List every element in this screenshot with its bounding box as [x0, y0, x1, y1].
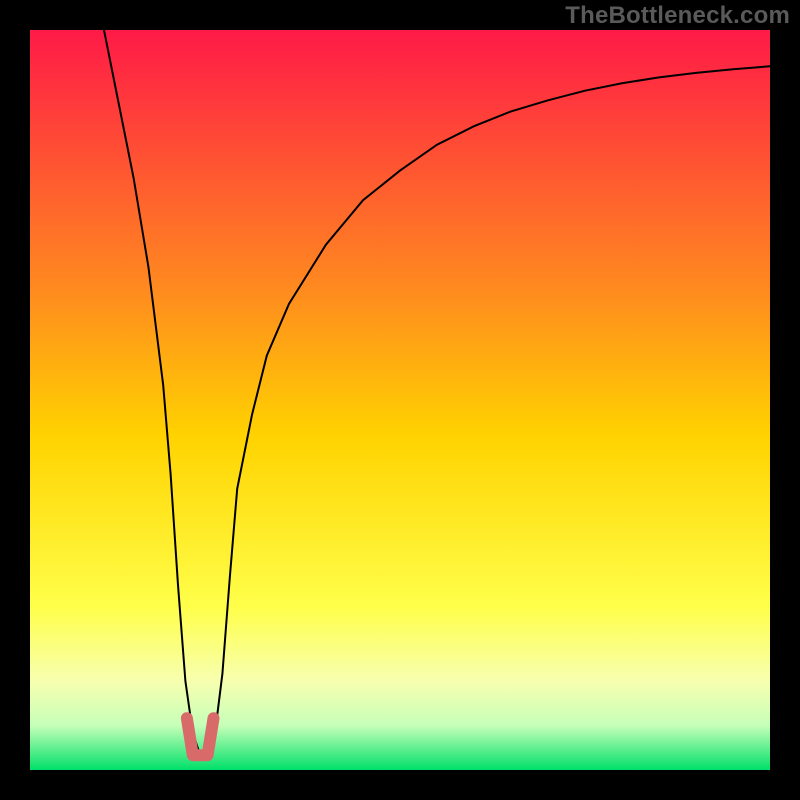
plot-area	[30, 30, 770, 770]
chart-background	[30, 30, 770, 770]
chart-svg	[30, 30, 770, 770]
chart-frame: TheBottleneck.com	[0, 0, 800, 800]
watermark-label: TheBottleneck.com	[565, 2, 790, 30]
